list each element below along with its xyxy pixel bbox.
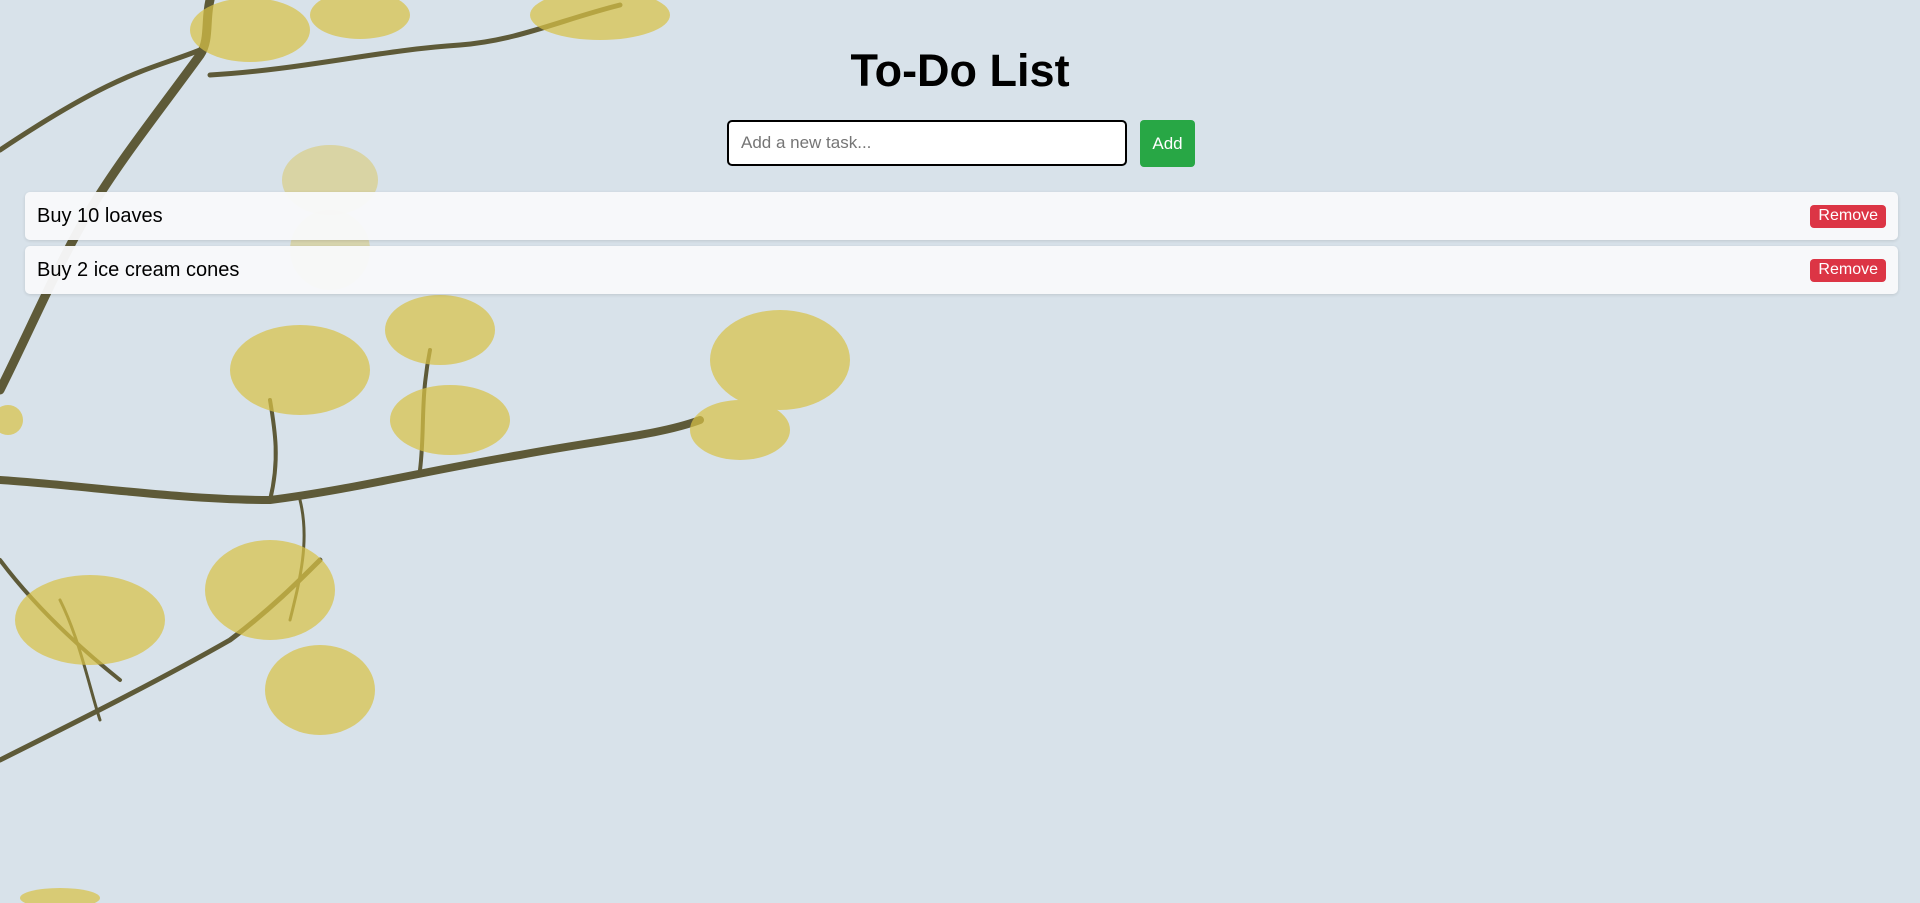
remove-task-button[interactable]: Remove: [1810, 258, 1886, 282]
new-task-input[interactable]: [727, 120, 1127, 166]
task-text: Buy 2 ice cream cones: [37, 258, 240, 281]
task-item: Buy 10 loaves Remove: [25, 192, 1898, 240]
add-task-button[interactable]: Add: [1140, 120, 1195, 167]
remove-task-button[interactable]: Remove: [1810, 204, 1886, 228]
task-list: Buy 10 loaves Remove Buy 2 ice cream con…: [25, 192, 1898, 300]
page-title: To-Do List: [850, 45, 1070, 96]
add-task-form: Add: [727, 120, 1195, 167]
task-item: Buy 2 ice cream cones Remove: [25, 246, 1898, 294]
todo-app: To-Do List Add Buy 10 loaves Remove Buy …: [0, 0, 1920, 903]
task-text: Buy 10 loaves: [37, 204, 163, 227]
